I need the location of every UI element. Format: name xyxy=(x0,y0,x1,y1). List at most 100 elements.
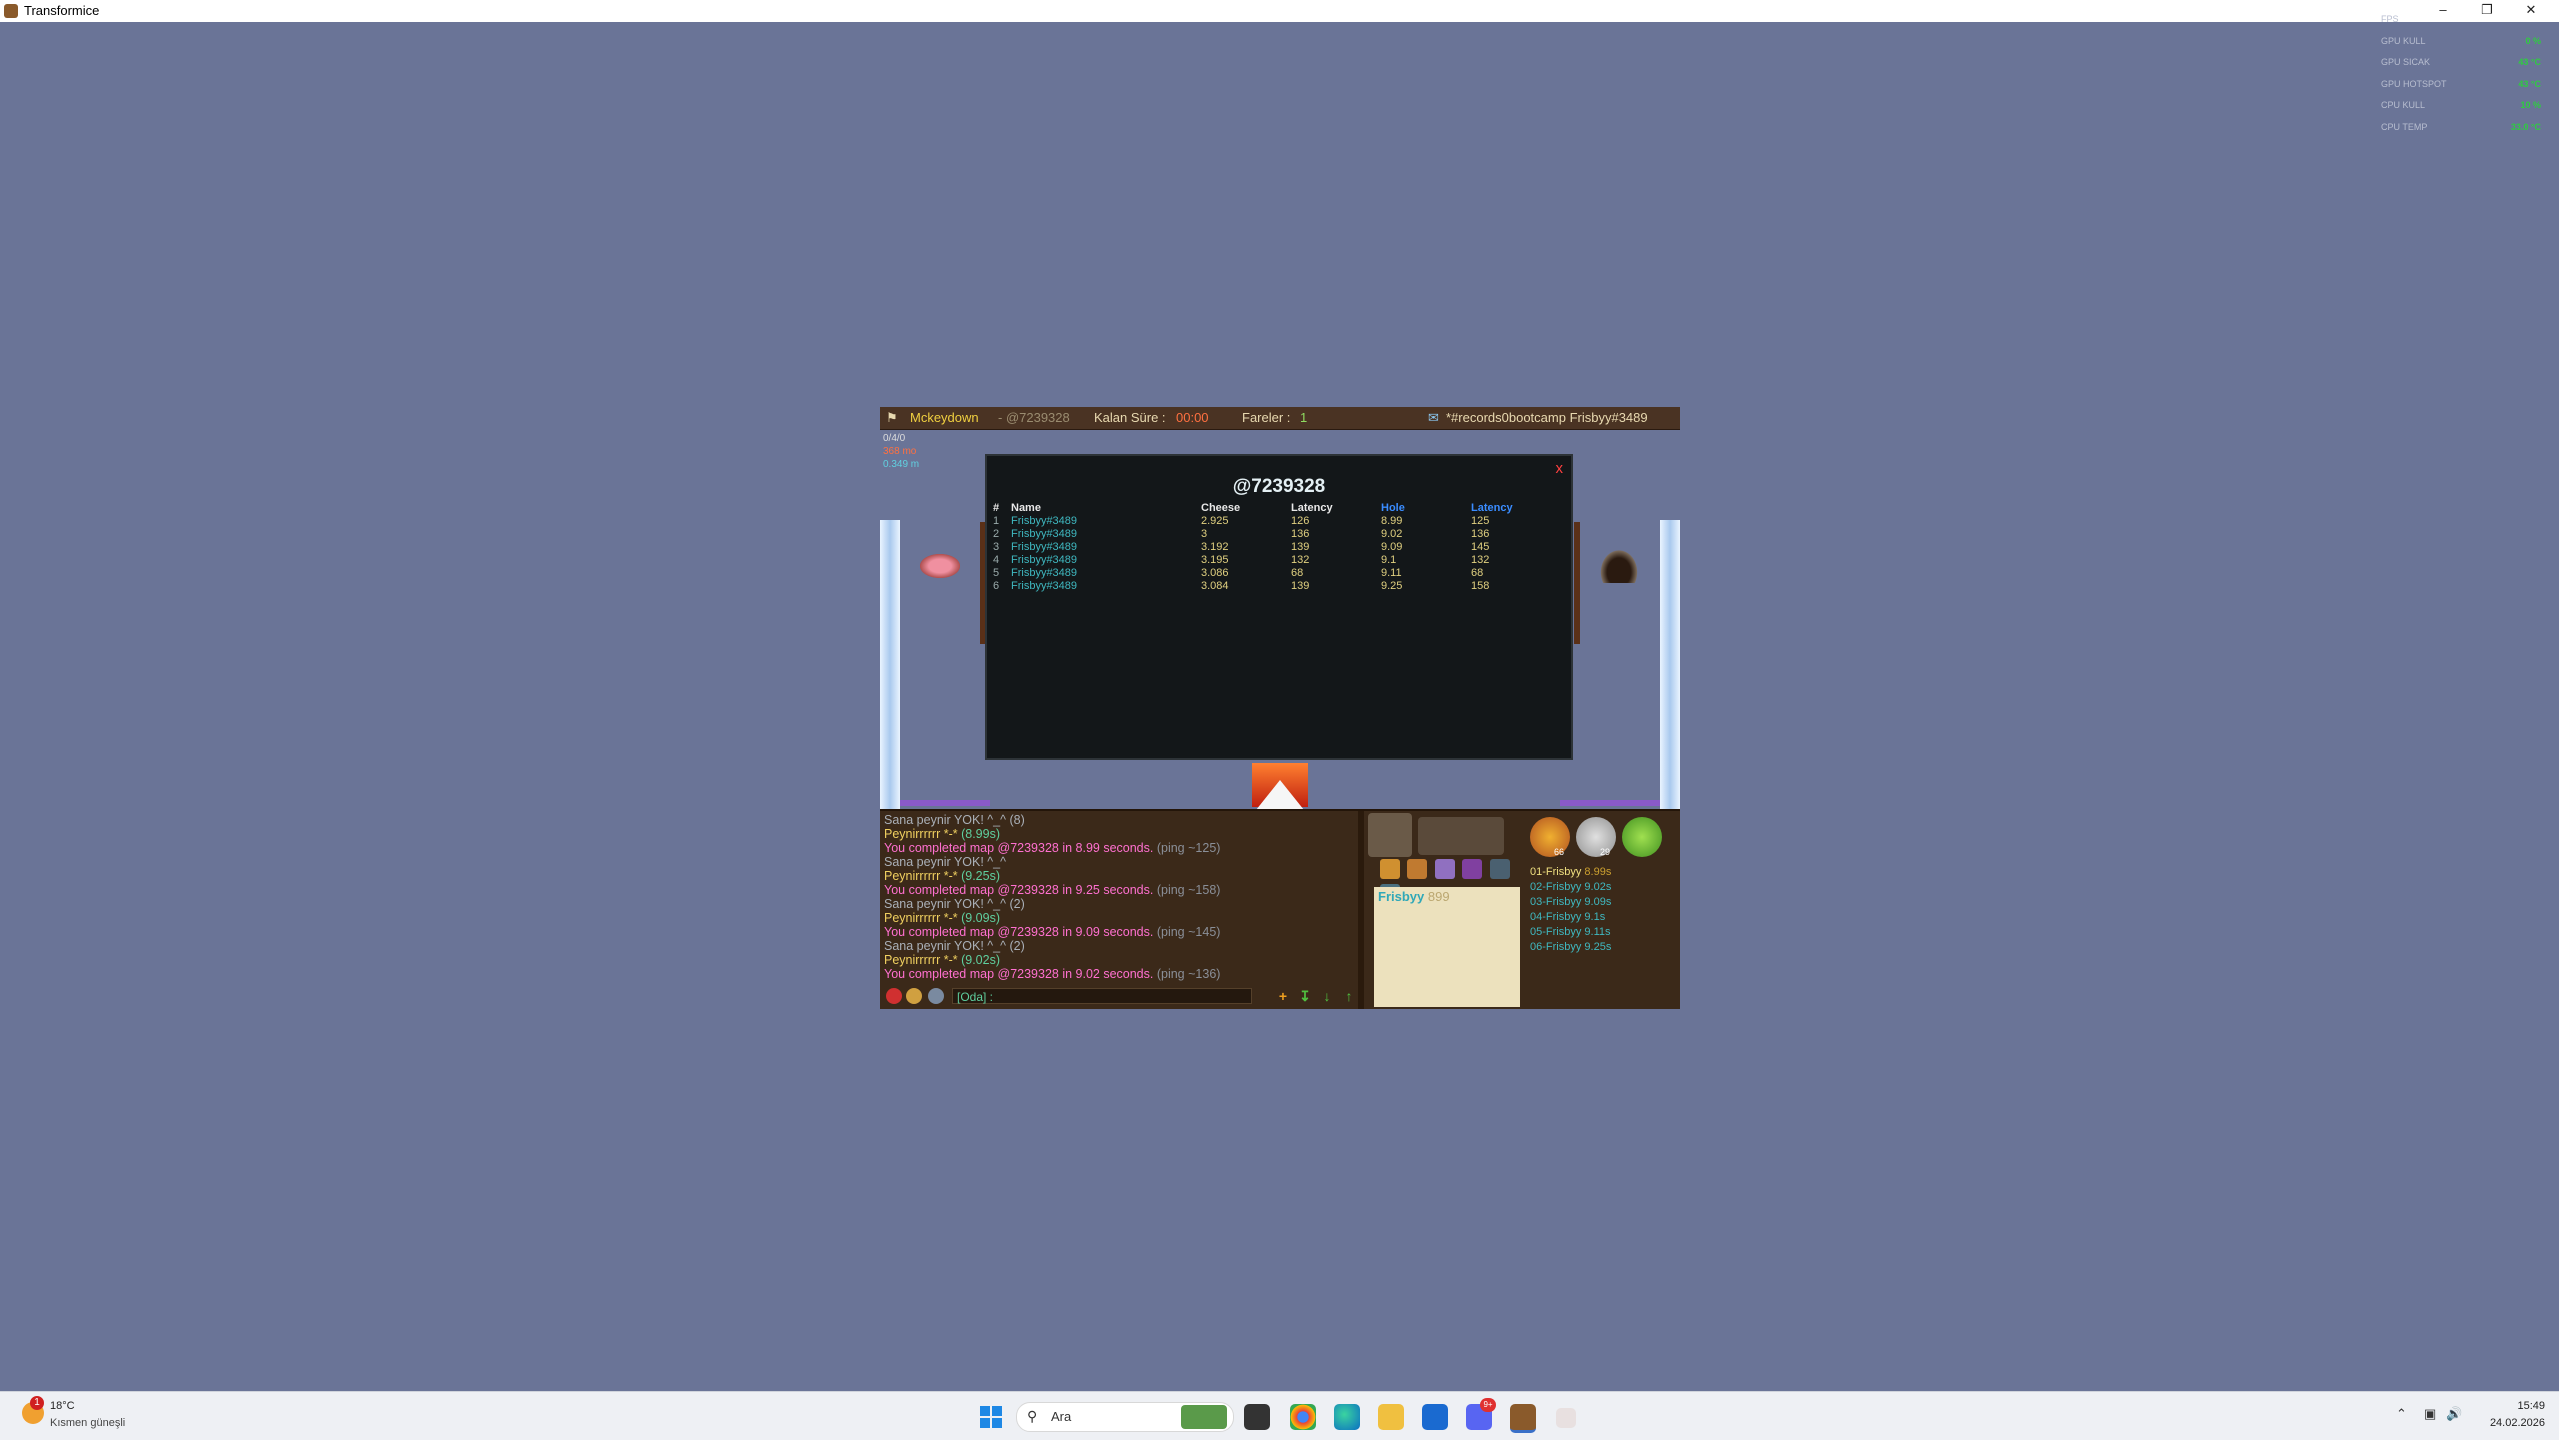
chat-ping: (ping ~125) xyxy=(1156,841,1221,855)
col-header: Name xyxy=(1011,501,1041,514)
rank-name: 02-Frisbyy xyxy=(1530,881,1582,893)
table-row: 3 Frisbyy#3489 3.192 139 9.09 145 xyxy=(993,540,1561,553)
transformice-taskbar-icon[interactable] xyxy=(1510,1404,1536,1433)
close-dialog-button[interactable]: x xyxy=(1556,460,1564,477)
room-name: *#records0bootcamp Frisbyy#3489 xyxy=(1446,410,1648,425)
inventory-items[interactable] xyxy=(1418,817,1504,855)
table-row: 6 Frisbyy#3489 3.084 139 9.25 158 xyxy=(993,579,1561,592)
taskbar-search[interactable]: ⚲ Ara xyxy=(1016,1402,1234,1432)
cell[interactable]: Frisbyy#3489 xyxy=(1011,514,1201,527)
chat-time: (9.09s) xyxy=(961,911,1000,925)
table-row: 5 Frisbyy#3489 3.086 68 9.11 68 xyxy=(993,566,1561,579)
overlay-label: GPU KULL xyxy=(2381,35,2426,46)
emote-button[interactable] xyxy=(886,988,902,1004)
edge-icon[interactable] xyxy=(1334,1404,1360,1430)
hardware-monitor-overlay: FPS GPU KULL 0 % GPU SICAK 43 °C GPU HOTSP… xyxy=(2381,14,2541,143)
arrow-down-icon[interactable]: ↧ xyxy=(1296,987,1314,1005)
profile-card[interactable]: Frisbyy 899 xyxy=(1374,887,1520,1007)
chat-line: Sana peynir YOK! ^_^ (2) xyxy=(884,939,1025,953)
chat-text: You completed map @7239328 in 9.25 secon… xyxy=(884,883,1157,897)
cell: 8.99 xyxy=(1381,514,1403,527)
rank-time: 9.09s xyxy=(1584,896,1612,908)
col-header: Hole xyxy=(1381,501,1405,514)
player-score: 899 xyxy=(1427,889,1450,904)
overlay-value: 10 % xyxy=(2520,100,2541,110)
list-item: 03-Frisbyy 9.09s xyxy=(1530,895,1611,910)
cell[interactable]: Frisbyy#3489 xyxy=(1011,540,1201,553)
cell[interactable]: Frisbyy#3489 xyxy=(1011,553,1201,566)
system-clock[interactable]: 15:49 24.02.2026 xyxy=(2490,1398,2545,1432)
shop-icon[interactable] xyxy=(1380,859,1400,879)
task-view-icon[interactable] xyxy=(1244,1404,1270,1430)
cell: 145 xyxy=(1471,540,1490,553)
arrow-up-icon[interactable]: ↑ xyxy=(1340,987,1358,1005)
app-icon[interactable] xyxy=(1556,1408,1576,1428)
search-icon: ⚲ xyxy=(1027,1408,1038,1424)
cell: 9.09 xyxy=(1381,540,1403,553)
cell: 5 xyxy=(993,566,1000,579)
chat-line: Peynirrrrrr *-* (9.09s) xyxy=(884,911,1354,925)
chat-line: You completed map @7239328 in 8.99 secon… xyxy=(884,841,1354,855)
plus-icon[interactable]: + xyxy=(1274,987,1292,1005)
house-button[interactable] xyxy=(928,988,944,1004)
col-header: Latency xyxy=(1471,501,1513,514)
cell: 136 xyxy=(1471,527,1490,540)
chat-input[interactable]: [Oda] : xyxy=(952,988,1252,1004)
stat-line: 0/4/0 xyxy=(883,433,906,444)
chat-text: Peynirrrrrr *-* xyxy=(884,869,962,883)
options-icon[interactable] xyxy=(1462,859,1483,879)
shaman-badge-icon[interactable] xyxy=(1622,817,1662,857)
arrow-down-icon[interactable]: ↓ xyxy=(1318,987,1336,1005)
chat-text: You completed map @7239328 in 8.99 secon… xyxy=(884,841,1157,855)
chat-text: Peynirrrrrr *-* xyxy=(884,911,962,925)
overlay-row: FPS xyxy=(2381,14,2541,36)
rank-time: 9.1s xyxy=(1584,911,1606,923)
list-item: 01-Frisbyy 8.99s xyxy=(1530,865,1611,880)
cell: 9.02 xyxy=(1381,527,1403,540)
overlay-value: 43 °C xyxy=(2518,78,2541,89)
records-table: # Name Cheese Latency Hole Latency 1 Fri… xyxy=(993,501,1561,592)
cell: 9.11 xyxy=(1381,566,1402,579)
overlay-row: GPU KULL 0 % xyxy=(2381,36,2541,58)
file-explorer-icon[interactable] xyxy=(1378,1404,1404,1430)
overlay-label: GPU SICAK xyxy=(2381,57,2431,67)
cell: 139 xyxy=(1291,579,1310,592)
network-icon[interactable]: ▣ xyxy=(2424,1406,2436,1422)
chat-line: Peynirrrrrr *-* (9.25s) xyxy=(884,869,1354,883)
rank-time: 9.25s xyxy=(1584,941,1612,953)
mail-icon[interactable]: ✉ xyxy=(1428,407,1439,429)
clock-date: 24.02.2026 xyxy=(2489,1417,2545,1429)
weather-temperature[interactable]: 18°C xyxy=(50,1400,75,1412)
chat-line: Sana peynir YOK! ^_^ xyxy=(884,855,1006,869)
time-left-label: Kalan Süre : xyxy=(1094,410,1166,425)
chat-input-bar: [Oda] : + ↧ ↓ ↑ xyxy=(884,987,1360,1005)
chevron-up-icon[interactable]: ⌃ xyxy=(2396,1406,2407,1422)
mice-count-value: 1 xyxy=(1300,410,1308,425)
cell[interactable]: Frisbyy#3489 xyxy=(1011,566,1201,579)
map-author[interactable]: Mckeydown xyxy=(910,407,979,429)
weather-description[interactable]: Kısmen güneşli xyxy=(50,1417,125,1429)
tribe-icon[interactable] xyxy=(1434,859,1455,879)
cell: 3 xyxy=(1201,527,1208,540)
game-top-bar: ⚑ Mckeydown - @7239328 Kalan Süre : 00:0… xyxy=(880,407,1680,430)
volume-icon[interactable]: 🔊 xyxy=(2446,1406,2462,1422)
start-button[interactable] xyxy=(980,1406,1002,1428)
chat-ping: (ping ~158) xyxy=(1156,883,1221,897)
col-header: Cheese xyxy=(1201,501,1241,514)
store-icon[interactable] xyxy=(1422,1404,1448,1430)
col-header: # xyxy=(993,501,1000,514)
cell[interactable]: Frisbyy#3489 xyxy=(1011,527,1201,540)
chrome-icon[interactable] xyxy=(1290,1404,1316,1430)
avatar[interactable] xyxy=(1368,813,1412,857)
badge-count: 29 xyxy=(1600,847,1611,857)
table-row: 1 Frisbyy#3489 2.925 126 8.99 125 xyxy=(993,514,1561,527)
list-icon[interactable] xyxy=(1407,859,1428,879)
window-title-bar: Transformice – ❐ ✕ xyxy=(0,0,2559,22)
smiley-button[interactable] xyxy=(906,988,922,1004)
chat-line: Sana peynir YOK! ^_^ (2) xyxy=(884,897,1025,911)
notification-badge: 1 xyxy=(30,1396,44,1410)
map-code: - @7239328 xyxy=(998,410,1070,425)
cell[interactable]: Frisbyy#3489 xyxy=(1011,579,1201,592)
chat-icon[interactable] xyxy=(1489,859,1510,879)
stat-line: 368 mo xyxy=(883,446,917,457)
